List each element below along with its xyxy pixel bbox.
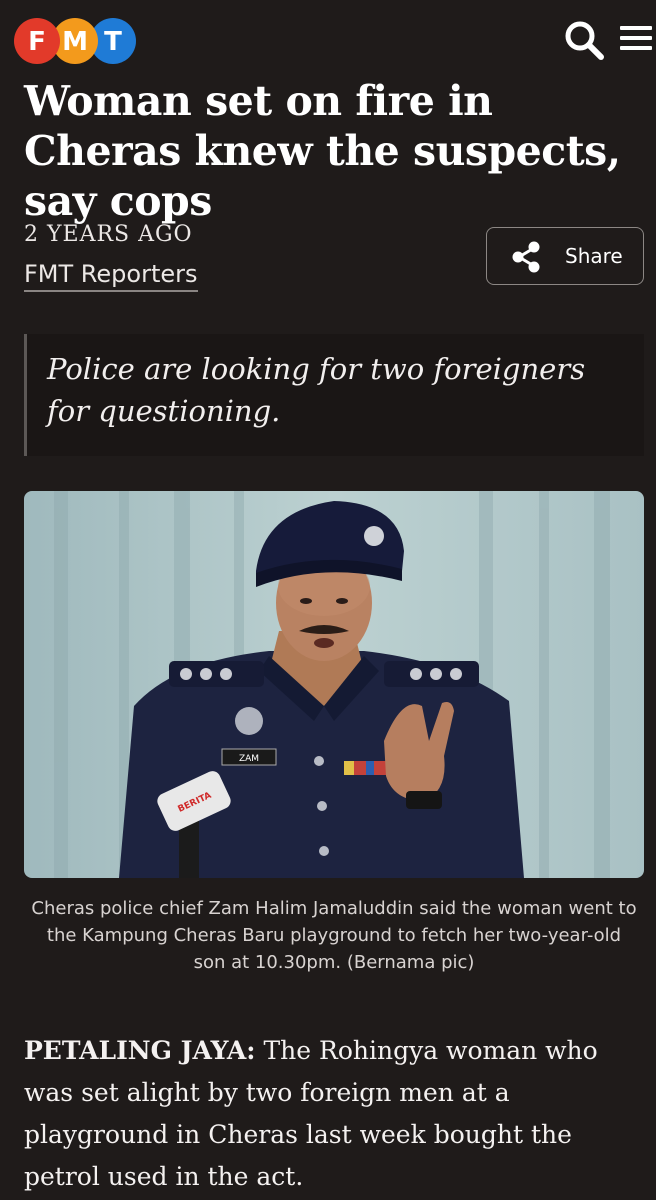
share-label: Share [565, 244, 623, 268]
logo-letter-f: F [14, 18, 60, 64]
standfirst-block: Police are looking for two foreigners fo… [24, 334, 644, 456]
dateline: PETALING JAYA: [24, 1036, 256, 1065]
police-chief-photo: ZAM BERITA [24, 491, 644, 878]
article-headline: Woman set on fire in Cheras knew the sus… [24, 77, 621, 225]
share-button[interactable]: Share [486, 227, 644, 285]
photo-caption: Cheras police chief Zam Halim Jamaluddin… [31, 898, 637, 973]
share-icon [512, 241, 540, 273]
hamburger-menu-icon [620, 26, 652, 30]
author-link[interactable]: FMT Reporters [24, 260, 198, 292]
search-button[interactable] [562, 18, 606, 62]
article-photo[interactable]: ZAM BERITA [24, 491, 644, 878]
standfirst-text: Police are looking for two foreigners fo… [47, 352, 586, 428]
fmt-logo[interactable]: F M T [14, 18, 136, 64]
search-icon [565, 21, 604, 60]
top-bar: F M T [0, 0, 656, 80]
article-lead-paragraph: PETALING JAYA: The Rohingya woman who wa… [24, 1030, 636, 1198]
menu-button[interactable] [618, 20, 654, 60]
publish-time: 2 YEARS AGO [24, 222, 193, 247]
name-tag-text: ZAM [239, 754, 259, 764]
